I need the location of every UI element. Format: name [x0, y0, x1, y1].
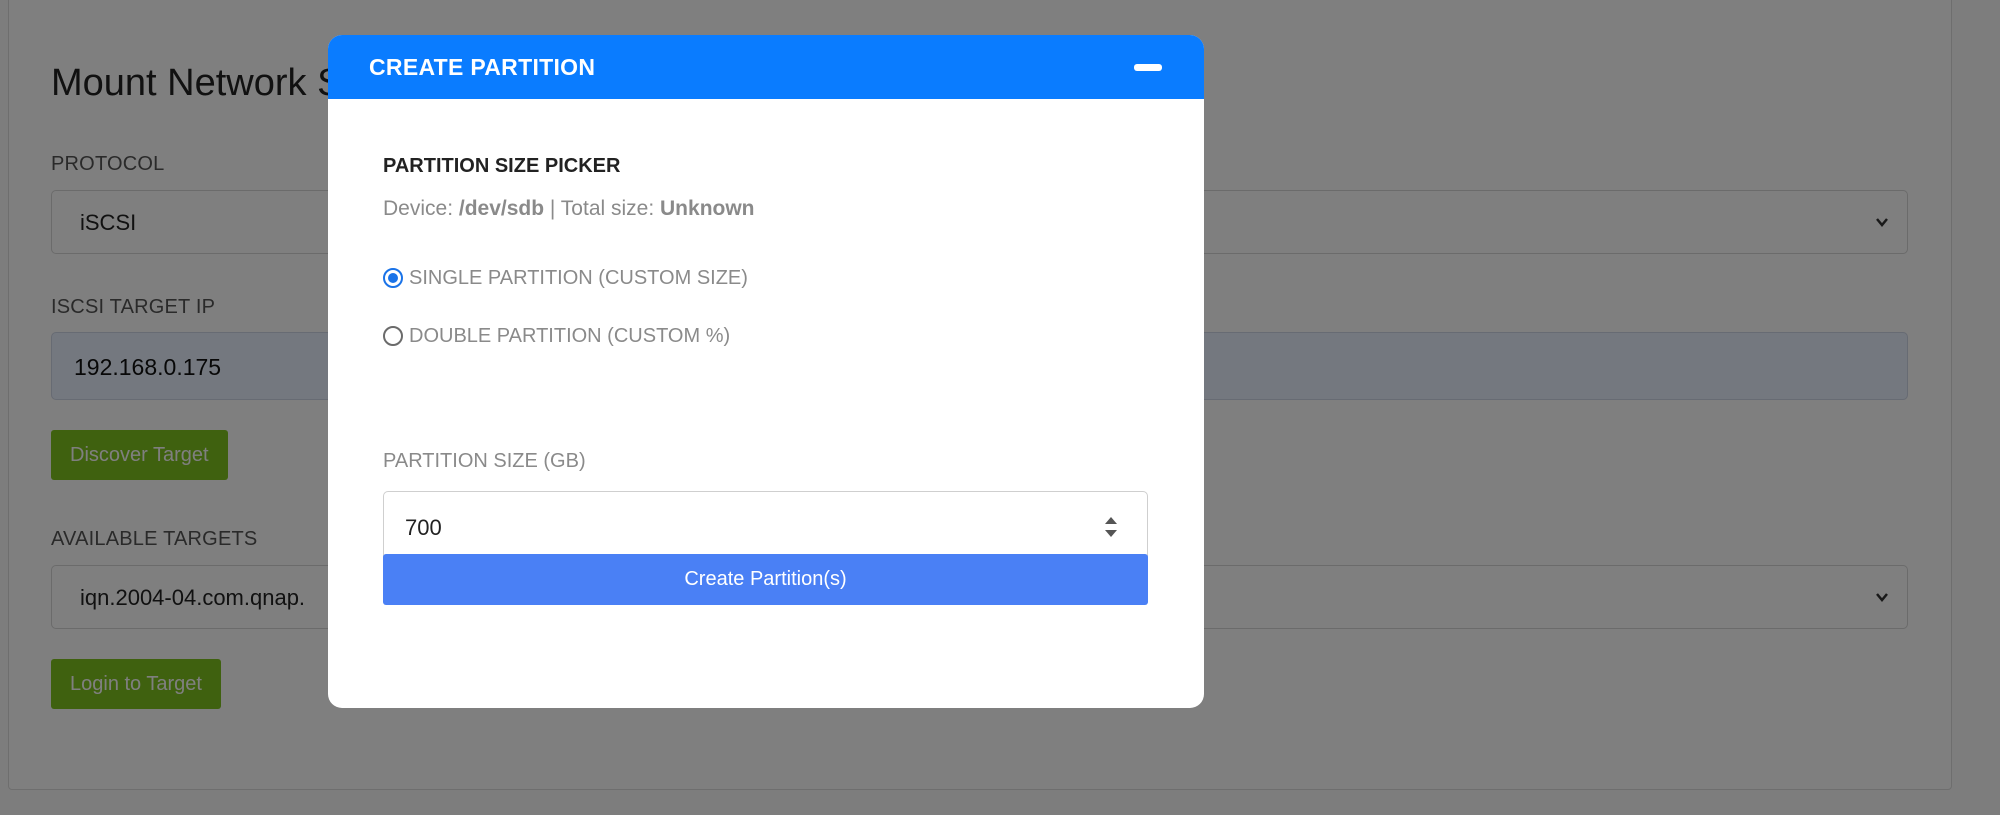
single-partition-option[interactable]: SINGLE PARTITION (CUSTOM SIZE)	[383, 265, 748, 291]
device-info: Device: /dev/sdb | Total size: Unknown	[383, 197, 755, 221]
partition-size-input[interactable]: 700	[383, 491, 1148, 561]
partition-size-label: PARTITION SIZE (GB)	[383, 450, 586, 472]
partition-size-value: 700	[405, 515, 442, 540]
modal-title: CREATE PARTITION	[369, 54, 596, 80]
device-prefix: Device:	[383, 197, 459, 220]
modal-header: CREATE PARTITION	[328, 35, 1204, 99]
device-separator: | Total size:	[544, 197, 661, 220]
device-name: /dev/sdb	[458, 197, 545, 220]
spinner-icon[interactable]	[1103, 514, 1119, 540]
minimize-icon[interactable]	[1134, 59, 1162, 75]
single-partition-label: SINGLE PARTITION (CUSTOM SIZE)	[409, 266, 748, 289]
single-partition-radio[interactable]	[383, 268, 403, 288]
picker-heading: PARTITION SIZE PICKER	[383, 155, 621, 177]
total-size-value: Unknown	[660, 197, 755, 220]
create-partition-modal: CREATE PARTITION PARTITION SIZE PICKER D…	[328, 35, 1204, 708]
create-partition-button[interactable]: Create Partition(s)	[383, 554, 1148, 605]
double-partition-label: DOUBLE PARTITION (CUSTOM %)	[409, 324, 731, 347]
double-partition-option[interactable]: DOUBLE PARTITION (CUSTOM %)	[383, 323, 730, 349]
double-partition-radio[interactable]	[383, 326, 403, 346]
